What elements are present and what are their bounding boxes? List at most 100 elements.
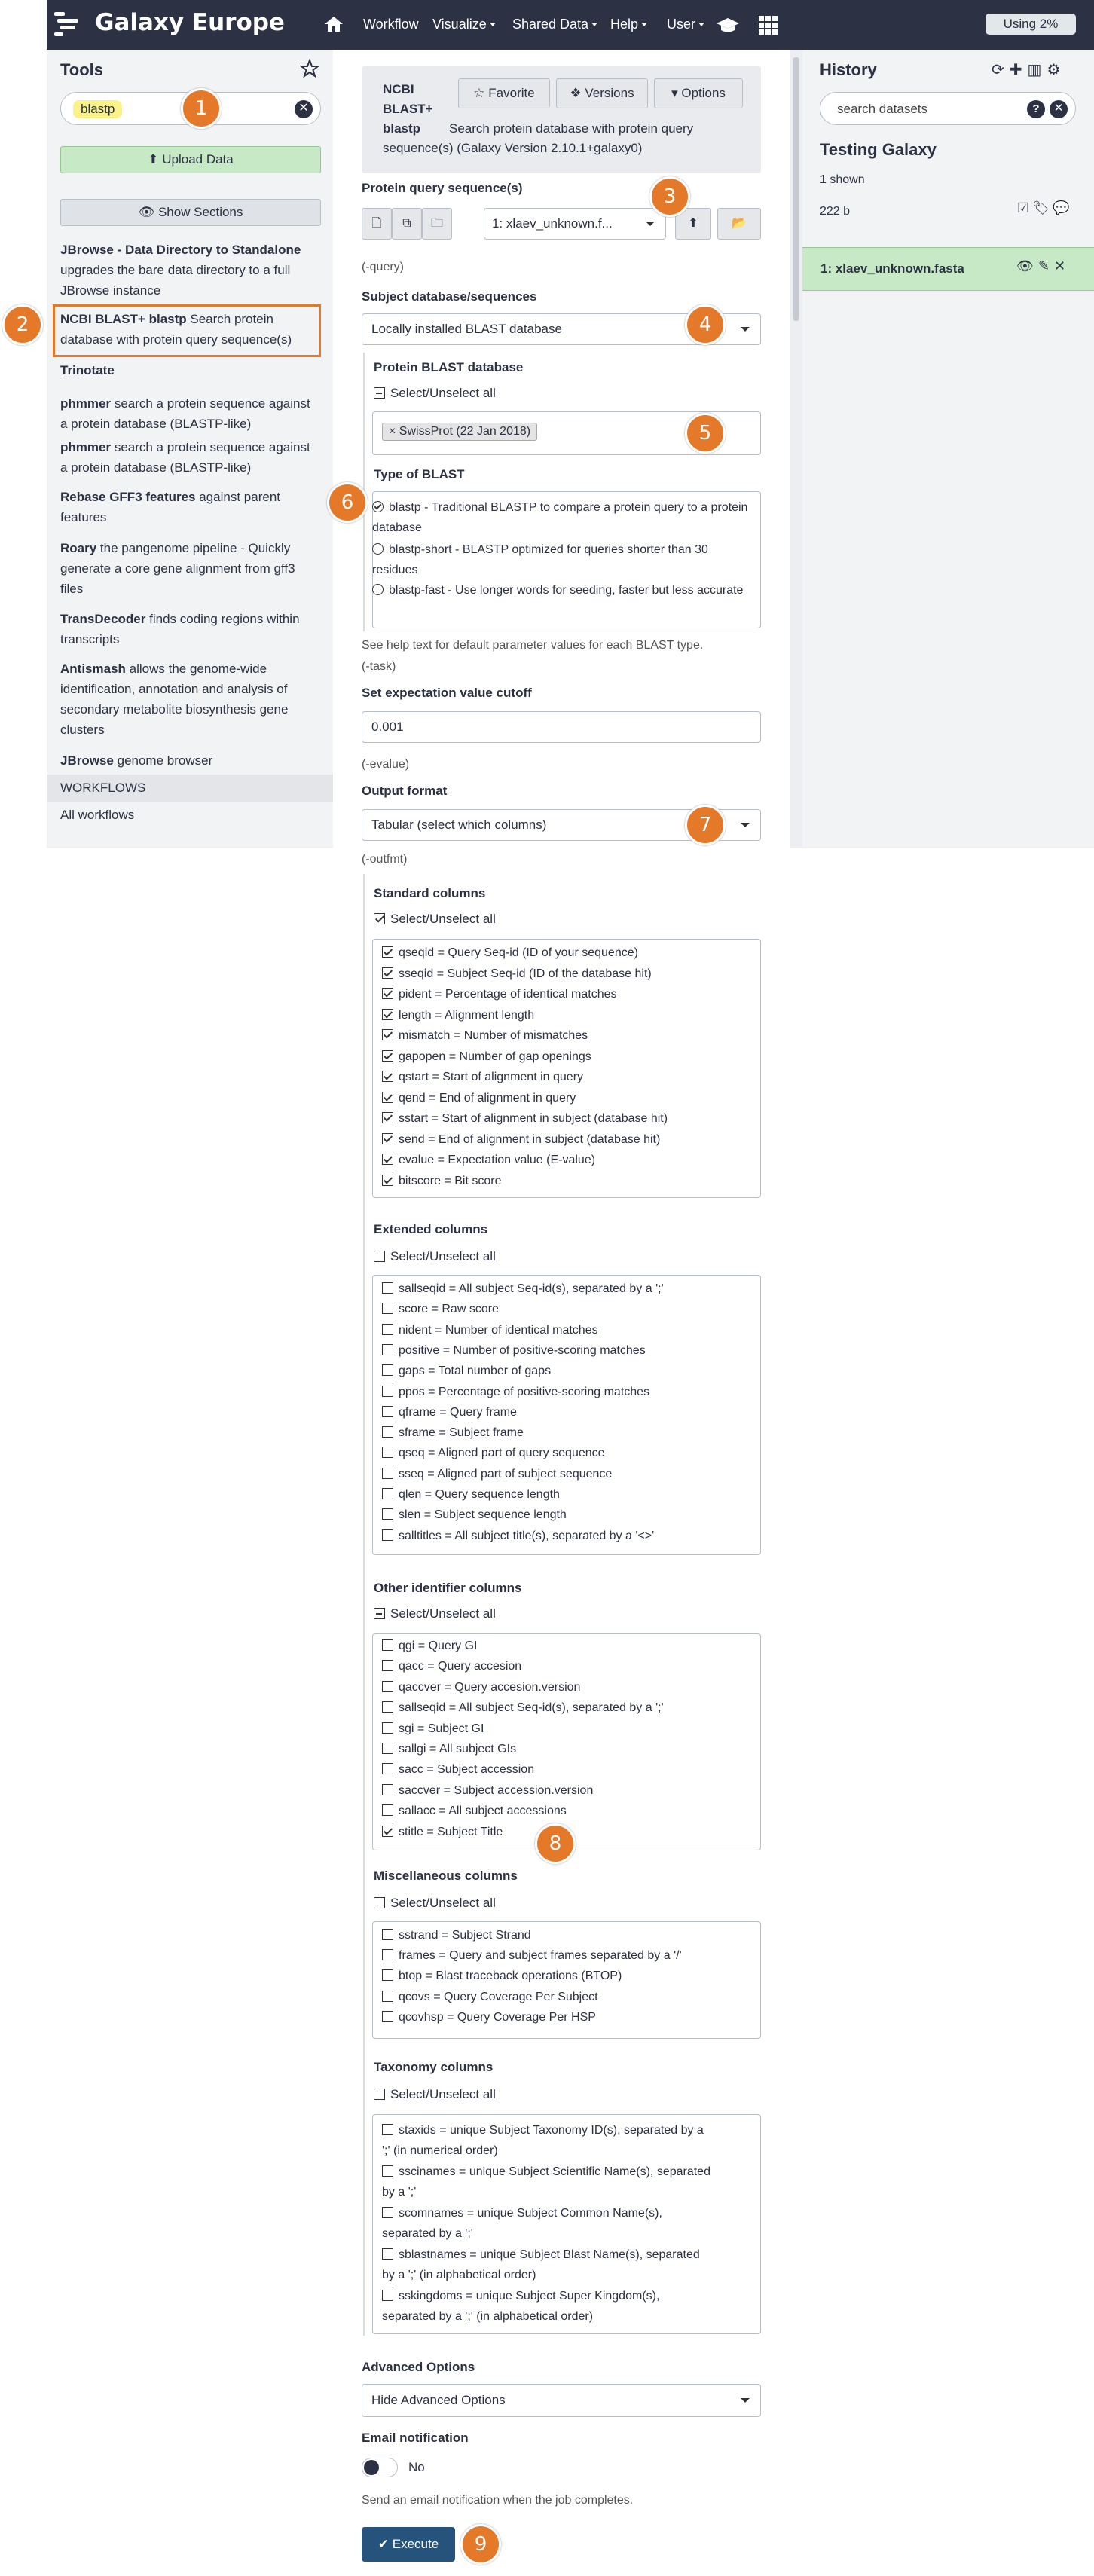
quota-usage-meter[interactable]: Using 2% (986, 14, 1076, 35)
tool-item[interactable]: Roary the pangenome pipeline - Quickly g… (60, 538, 316, 599)
columns-icon[interactable]: ▥ (1028, 62, 1047, 78)
column-option[interactable]: sallseqid = All subject Seq-id(s), separ… (382, 1282, 664, 1296)
standard-select-all[interactable]: Select/Unselect all (374, 912, 496, 927)
column-option[interactable]: ppos = Percentage of positive-scoring ma… (382, 1385, 649, 1399)
browse-folder-icon[interactable]: 📂 (717, 208, 761, 240)
execute-button[interactable]: ✔ Execute (362, 2527, 455, 2562)
column-option[interactable]: score = Raw score (382, 1303, 499, 1316)
scrollbar-thumb[interactable] (793, 57, 799, 321)
column-option[interactable]: qcovhsp = Query Coverage Per HSP (382, 2010, 596, 2024)
column-option[interactable]: qaccver = Query accesion.version (382, 1680, 580, 1694)
column-option[interactable]: gapopen = Number of gap openings (382, 1050, 591, 1064)
column-option[interactable]: sframe = Subject frame (382, 1426, 524, 1440)
nav-user[interactable]: User (667, 17, 705, 32)
column-option[interactable]: sseqid = Subject Seq-id (ID of the datab… (382, 967, 652, 981)
column-option[interactable]: qseqid = Query Seq-id (ID of your sequen… (382, 946, 638, 960)
history-search-input[interactable]: search datasets ? ✕ (820, 92, 1076, 125)
column-option[interactable]: sskingdoms = unique Subject Super Kingdo… (382, 2286, 659, 2327)
column-option[interactable]: sallgi = All subject GIs (382, 1743, 516, 1756)
column-option[interactable]: sacc = Subject accession (382, 1763, 534, 1777)
column-option[interactable]: gaps = Total number of gaps (382, 1364, 551, 1378)
advanced-options-select[interactable]: Hide Advanced Options (362, 2384, 761, 2417)
clear-search-icon[interactable]: ✕ (1050, 100, 1068, 118)
column-option[interactable]: sscinames = unique Subject Scientific Na… (382, 2162, 710, 2202)
options-dropdown[interactable]: ▾ Options (654, 78, 743, 108)
star-icon[interactable] (299, 58, 320, 82)
column-option[interactable]: qgi = Query GI (382, 1639, 478, 1653)
center-scrollbar[interactable] (790, 50, 802, 848)
column-option[interactable]: qacc = Query accesion (382, 1660, 521, 1673)
tool-item[interactable]: phmmer search a protein sequence against… (60, 393, 316, 434)
column-option[interactable]: sallacc = All subject accessions (382, 1804, 567, 1818)
nav-workflow[interactable]: Workflow (363, 17, 419, 32)
column-option[interactable]: btop = Blast traceback operations (BTOP) (382, 1969, 622, 1983)
column-option[interactable]: qlen = Query sequence length (382, 1488, 560, 1502)
column-option[interactable]: evalue = Expectation value (E-value) (382, 1154, 595, 1167)
column-option[interactable]: scomnames = unique Subject Common Name(s… (382, 2203, 662, 2244)
graduation-cap-icon[interactable] (716, 17, 740, 37)
nav-help[interactable]: Help (610, 17, 648, 32)
column-option[interactable]: qframe = Query frame (382, 1405, 517, 1419)
pencil-icon[interactable]: ✎ (1038, 258, 1054, 273)
column-option[interactable]: qcovs = Query Coverage Per Subject (382, 1990, 598, 2004)
column-option[interactable]: sblastnames = unique Subject Blast Name(… (382, 2244, 700, 2285)
tool-item[interactable]: TransDecoder finds coding regions within… (60, 609, 316, 649)
gear-icon[interactable]: ⚙ (1047, 62, 1065, 78)
column-option[interactable]: sallseqid = All subject Seq-id(s), separ… (382, 1701, 664, 1715)
column-option[interactable]: pident = Percentage of identical matches (382, 988, 617, 1001)
column-option[interactable]: nident = Number of identical matches (382, 1323, 598, 1337)
tool-item[interactable]: Rebase GFF3 features against parent feat… (60, 487, 316, 527)
home-icon[interactable] (324, 15, 344, 33)
galaxy-logo-icon[interactable] (54, 11, 78, 38)
single-dataset-icon[interactable]: 🗋 (362, 208, 392, 240)
column-option[interactable]: mismatch = Number of mismatches (382, 1029, 588, 1043)
taxonomy-select-all[interactable]: Select/Unselect all (374, 2087, 496, 2102)
column-option[interactable]: qseq = Aligned part of query sequence (382, 1447, 605, 1460)
check-square-icon[interactable]: ☑ (1017, 200, 1032, 215)
column-option[interactable]: length = Alignment length (382, 1008, 534, 1022)
column-option[interactable]: saccver = Subject accession.version (382, 1783, 593, 1798)
column-option[interactable]: slen = Subject sequence length (382, 1508, 567, 1522)
comment-icon[interactable]: 💬 (1053, 200, 1072, 215)
remove-chip-icon[interactable]: × (389, 425, 396, 438)
radio-blastp-fast[interactable]: blastp-fast - Use longer words for seedi… (372, 580, 749, 600)
column-option[interactable]: frames = Query and subject frames separa… (382, 1949, 682, 1963)
tool-item[interactable]: Antismash allows the genome-wide identif… (60, 659, 316, 740)
column-option[interactable]: qstart = Start of alignment in query (382, 1071, 583, 1084)
eye-icon[interactable]: 👁 (1016, 258, 1038, 273)
column-option[interactable]: send = End of alignment in subject (data… (382, 1132, 660, 1147)
db-chip[interactable]: × SwissProt (22 Jan 2018) (382, 423, 538, 441)
history-dataset-item[interactable]: 1: xlaev_unknown.fasta 👁✎✕ (802, 247, 1094, 291)
upload-data-button[interactable]: ⬆ Upload Data (60, 146, 321, 173)
column-option[interactable]: sseq = Aligned part of subject sequence (382, 1467, 612, 1481)
history-name[interactable]: Testing Galaxy (820, 140, 937, 160)
tool-item[interactable]: JBrowse - Data Directory to Standalone u… (60, 240, 316, 301)
delete-icon[interactable]: ✕ (1054, 258, 1070, 273)
brand-title[interactable]: Galaxy Europe (95, 9, 285, 36)
email-toggle[interactable] (362, 2458, 398, 2477)
show-sections-button[interactable]: 👁 Show Sections (60, 199, 321, 226)
tool-item[interactable]: NCBI BLAST+ blastp Search protein databa… (60, 309, 316, 350)
column-option[interactable]: sstart = Start of alignment in subject (… (382, 1112, 668, 1126)
query-dataset-select[interactable]: 1: xlaev_unknown.f... (484, 208, 666, 240)
tool-item[interactable]: Trinotate (60, 360, 316, 380)
all-workflows-link[interactable]: All workflows (60, 808, 134, 823)
column-option[interactable]: positive = Number of positive-scoring ma… (382, 1343, 646, 1358)
column-option[interactable]: qend = End of alignment in query (382, 1091, 576, 1105)
other-select-all[interactable]: Select/Unselect all (374, 1606, 496, 1621)
column-option[interactable]: sstrand = Subject Strand (382, 1929, 531, 1942)
evalue-input[interactable]: 0.001 (362, 711, 761, 743)
versions-button[interactable]: ❖ Versions (556, 78, 648, 108)
favorite-button[interactable]: ☆ Favorite (458, 78, 550, 108)
column-option[interactable]: stitle = Subject Title (382, 1825, 503, 1839)
clear-search-icon[interactable]: ✕ (295, 100, 313, 118)
db-select-all[interactable]: Select/Unselect all (374, 386, 496, 401)
tool-item[interactable]: phmmer search a protein sequence against… (60, 437, 316, 478)
radio-blastp-short[interactable]: blastp-short - BLASTP optimized for quer… (372, 539, 749, 580)
multiple-datasets-icon[interactable]: ⧉ (392, 208, 422, 240)
nav-visualize[interactable]: Visualize (432, 17, 496, 32)
column-option[interactable]: staxids = unique Subject Taxonomy ID(s),… (382, 2120, 704, 2161)
plus-icon[interactable]: ✚ (1010, 62, 1028, 78)
nav-shared-data[interactable]: Shared Data (512, 17, 598, 32)
extended-select-all[interactable]: Select/Unselect all (374, 1249, 496, 1264)
